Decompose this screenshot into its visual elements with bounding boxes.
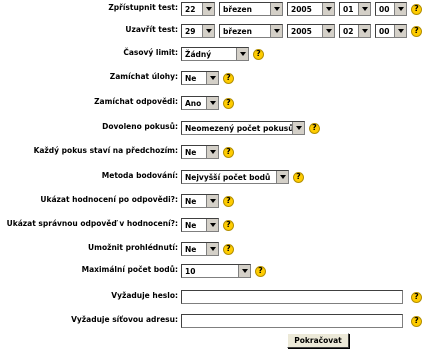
chevron-down-icon (276, 171, 288, 183)
review-label: Umožnit prohlédnutí: (88, 243, 178, 252)
close-controls: 29 březen 2005 02 00 ? (181, 22, 422, 40)
chevron-down-icon (206, 219, 218, 231)
continue-button[interactable]: Pokračovat (287, 333, 349, 348)
show-answer-controls: Ne ? (181, 216, 234, 234)
chevron-down-icon (206, 146, 218, 158)
chevron-down-icon (394, 25, 406, 37)
shuffle-answers-label: Zamíchat odpovědi: (94, 97, 178, 106)
row-show-answer: Ukázat správnou odpověď v hodnocení?: Ne… (0, 216, 434, 234)
attempts-label: Dovoleno pokusů: (102, 122, 178, 131)
time-limit-controls: Žádný ? (181, 45, 264, 63)
chevron-down-icon (358, 25, 370, 37)
close-minute-select[interactable]: 00 (375, 24, 407, 38)
open-controls: 22 březen 2005 01 00 ? (181, 0, 422, 18)
password-controls: ? (181, 288, 422, 306)
row-close: Uzavřít test: 29 březen 2005 02 00 ? (0, 22, 434, 40)
chevron-down-icon (270, 3, 282, 15)
help-icon[interactable]: ? (255, 265, 266, 277)
grading-method-controls: Nejvyšší počet bodů ? (181, 168, 304, 186)
time-limit-select[interactable]: Žádný (181, 47, 249, 61)
open-year-select[interactable]: 2005 (287, 2, 335, 16)
help-icon[interactable]: ? (253, 48, 264, 60)
chevron-down-icon (206, 243, 218, 255)
subnet-label: Vyžaduje síťovou adresu: (71, 315, 178, 324)
max-grade-label: Maximální počet bodů: (81, 265, 178, 274)
attempts-select[interactable]: Neomezený počet pokusů (181, 121, 305, 135)
chevron-down-icon (394, 3, 406, 15)
close-year-select[interactable]: 2005 (287, 24, 335, 38)
help-icon[interactable]: ? (293, 171, 304, 183)
build-on-last-controls: Ne ? (181, 143, 234, 161)
chevron-down-icon (206, 97, 218, 109)
shuffle-answers-controls: Ano ? (181, 94, 234, 112)
chevron-down-icon (206, 72, 218, 84)
subnet-controls: ? (181, 312, 422, 330)
row-shuffle-answers: Zamíchat odpovědi: Ano ? (0, 94, 434, 112)
chevron-down-icon (202, 25, 214, 37)
open-hour-select[interactable]: 01 (339, 2, 371, 16)
feedback-select[interactable]: Ne (181, 194, 219, 208)
grading-method-select[interactable]: Nejvyšší počet bodů (181, 170, 289, 184)
build-on-last-label: Každý pokus staví na předchozím: (33, 146, 178, 155)
row-review: Umožnit prohlédnutí: Ne ? (0, 240, 434, 258)
row-open: Zpřístupnit test: 22 březen 2005 01 00 ? (0, 0, 434, 18)
shuffle-answers-select[interactable]: Ano (181, 96, 219, 110)
row-shuffle-questions: Zamíchat úlohy: Ne ? (0, 69, 434, 87)
shuffle-questions-select[interactable]: Ne (181, 71, 219, 85)
row-build-on-last: Každý pokus staví na předchozím: Ne ? (0, 143, 434, 161)
close-month-select[interactable]: březen (219, 24, 283, 38)
help-icon[interactable]: ? (411, 315, 422, 327)
password-input[interactable] (181, 290, 403, 304)
open-day-select[interactable]: 22 (181, 2, 215, 16)
time-limit-label: Časový limit: (123, 48, 178, 57)
shuffle-questions-controls: Ne ? (181, 69, 234, 87)
row-time-limit: Časový limit: Žádný ? (0, 45, 434, 63)
help-icon[interactable]: ? (309, 122, 320, 134)
close-label: Uzavřít test: (125, 25, 178, 34)
build-on-last-select[interactable]: Ne (181, 145, 219, 159)
help-icon[interactable]: ? (223, 243, 234, 255)
feedback-label: Ukázat hodnocení po odpovědi?: (40, 195, 178, 204)
close-hour-select[interactable]: 02 (339, 24, 371, 38)
shuffle-questions-label: Zamíchat úlohy: (109, 72, 178, 81)
chevron-down-icon (236, 48, 248, 60)
chevron-down-icon (322, 25, 334, 37)
attempts-controls: Neomezený počet pokusů ? (181, 119, 320, 137)
chevron-down-icon (322, 3, 334, 15)
help-icon[interactable]: ? (223, 195, 234, 207)
help-icon[interactable]: ? (411, 291, 422, 303)
open-minute-select[interactable]: 00 (375, 2, 407, 16)
help-icon[interactable]: ? (223, 72, 234, 84)
review-controls: Ne ? (181, 240, 234, 258)
help-icon[interactable]: ? (411, 3, 422, 15)
chevron-down-icon (358, 3, 370, 15)
show-answer-label: Ukázat správnou odpověď v hodnocení?: (6, 219, 178, 228)
feedback-controls: Ne ? (181, 192, 234, 210)
row-attempts: Dovoleno pokusů: Neomezený počet pokusů … (0, 119, 434, 137)
row-feedback: Ukázat hodnocení po odpovědi?: Ne ? (0, 192, 434, 210)
help-icon[interactable]: ? (223, 97, 234, 109)
help-icon[interactable]: ? (411, 25, 422, 37)
chevron-down-icon (270, 25, 282, 37)
open-label: Zpřístupnit test: (108, 3, 178, 12)
row-password: Vyžaduje heslo: ? (0, 288, 434, 306)
open-month-select[interactable]: březen (219, 2, 283, 16)
subnet-input[interactable] (181, 314, 403, 328)
password-label: Vyžaduje heslo: (111, 291, 178, 300)
row-grading-method: Metoda bodování: Nejvyšší počet bodů ? (0, 168, 434, 186)
chevron-down-icon (292, 122, 304, 134)
show-answer-select[interactable]: Ne (181, 218, 219, 232)
help-icon[interactable]: ? (223, 146, 234, 158)
help-icon[interactable]: ? (223, 219, 234, 231)
max-grade-select[interactable]: 10 (181, 264, 251, 278)
review-select[interactable]: Ne (181, 242, 219, 256)
max-grade-controls: 10 ? (181, 262, 266, 280)
chevron-down-icon (206, 195, 218, 207)
row-max-grade: Maximální počet bodů: 10 ? (0, 262, 434, 280)
chevron-down-icon (238, 265, 250, 277)
close-day-select[interactable]: 29 (181, 24, 215, 38)
grading-method-label: Metoda bodování: (101, 171, 178, 180)
chevron-down-icon (202, 3, 214, 15)
row-subnet: Vyžaduje síťovou adresu: ? (0, 312, 434, 330)
